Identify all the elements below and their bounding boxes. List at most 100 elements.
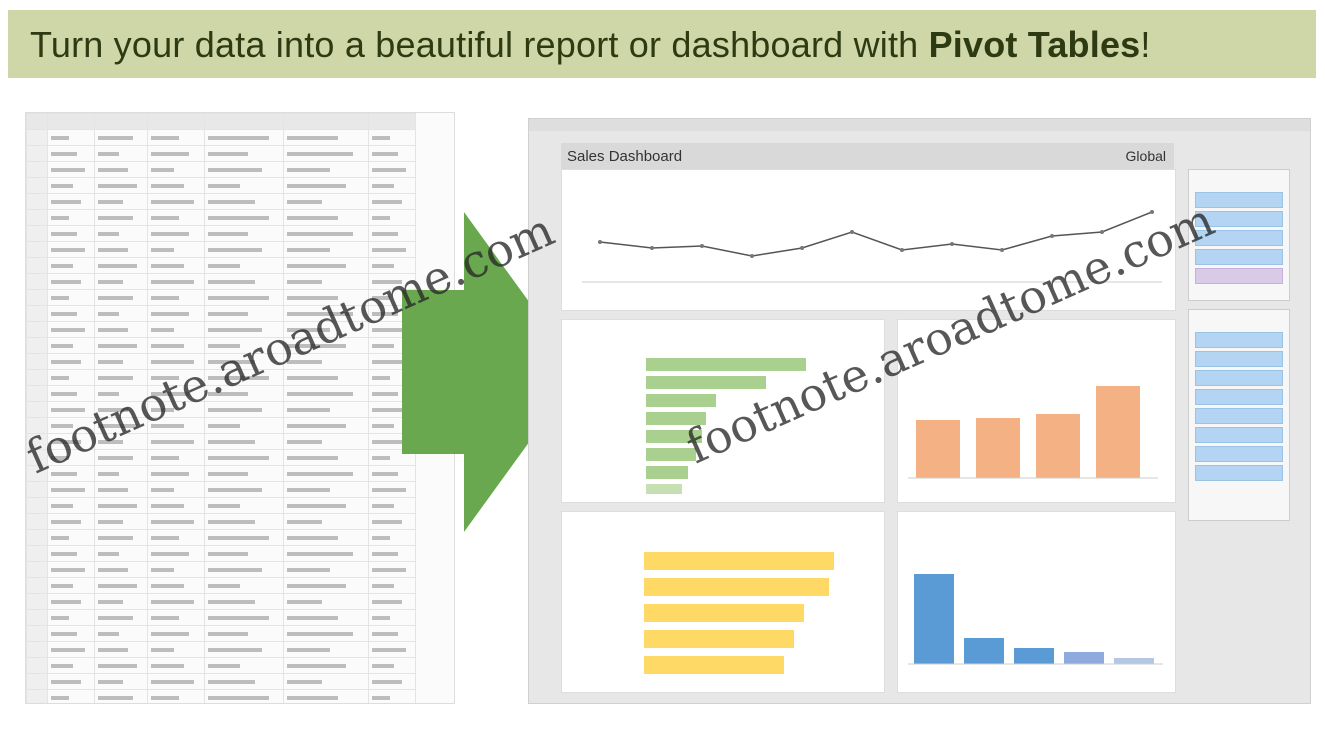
- row-number-cell: [26, 241, 48, 258]
- spreadsheet-cell: [283, 385, 369, 402]
- spreadsheet-cell: [204, 673, 284, 690]
- blurred-cell-content: [51, 519, 81, 524]
- slicer-item[interactable]: [1195, 465, 1283, 481]
- spreadsheet-cell: [204, 145, 284, 162]
- row-number-cell: [26, 145, 48, 162]
- banner-text-suffix: !: [1140, 24, 1151, 65]
- blurred-cell-content: [372, 567, 406, 572]
- blurred-cell-content: [98, 551, 119, 556]
- slicer-item[interactable]: [1195, 427, 1283, 443]
- blurred-cell-content: [151, 487, 174, 492]
- slicer-item[interactable]: [1195, 408, 1283, 424]
- spreadsheet-cell: [147, 433, 205, 450]
- blurred-cell-content: [51, 311, 77, 316]
- row-number-cell: [26, 481, 48, 498]
- spreadsheet-row: [26, 529, 416, 546]
- spreadsheet-cell: [368, 161, 416, 178]
- spreadsheet-cell: [47, 657, 95, 674]
- row-number-cell: [26, 337, 48, 354]
- spreadsheet-header-row: [26, 113, 416, 130]
- spreadsheet-cell: [47, 161, 95, 178]
- blurred-cell-content: [372, 135, 390, 140]
- spreadsheet-cell: [147, 545, 205, 562]
- slicer-item[interactable]: [1195, 332, 1283, 348]
- blurred-cell-content: [372, 151, 398, 156]
- spreadsheet-cell: [204, 273, 284, 290]
- spreadsheet-cell: [283, 577, 369, 594]
- blurred-cell-content: [98, 343, 137, 348]
- slicer-item[interactable]: [1195, 268, 1283, 284]
- blurred-cell-content: [208, 407, 262, 412]
- blurred-cell-content: [151, 535, 179, 540]
- blurred-cell-content: [98, 487, 128, 492]
- trend-point: [1050, 234, 1054, 238]
- blurred-cell-content: [98, 615, 133, 620]
- blurred-cell-content: [151, 199, 194, 204]
- blurred-cell-content: [372, 631, 398, 636]
- row-number-cell: [26, 513, 48, 530]
- blurred-cell-content: [151, 663, 184, 668]
- slicer-item[interactable]: [1195, 192, 1283, 208]
- blurred-cell-content: [98, 471, 119, 476]
- banner-text-prefix: Turn your data into a beautiful report o…: [30, 24, 929, 65]
- spreadsheet-cell: [94, 113, 148, 130]
- spreadsheet-cell: [283, 465, 369, 482]
- spreadsheet-cell: [204, 465, 284, 482]
- spreadsheet-cell: [204, 113, 284, 130]
- blurred-cell-content: [287, 567, 330, 572]
- spreadsheet-cell: [94, 673, 148, 690]
- spreadsheet-cell: [147, 529, 205, 546]
- dashboard-title: Sales Dashboard: [567, 148, 683, 165]
- spreadsheet-cell: [204, 241, 284, 258]
- orange-column: [1096, 386, 1140, 478]
- spreadsheet-cell: [368, 145, 416, 162]
- spreadsheet-cell: [94, 161, 148, 178]
- blurred-cell-content: [208, 183, 240, 188]
- blurred-cell-content: [51, 647, 85, 652]
- blurred-cell-content: [287, 535, 338, 540]
- spreadsheet-cell: [204, 305, 284, 322]
- spreadsheet-row: [26, 497, 416, 514]
- spreadsheet-row: [26, 129, 416, 146]
- blurred-cell-content: [208, 215, 269, 220]
- spreadsheet-cell: [147, 481, 205, 498]
- spreadsheet-cell: [368, 657, 416, 674]
- blurred-cell-content: [287, 151, 353, 156]
- slicer-item[interactable]: [1195, 370, 1283, 386]
- row-number-cell: [26, 129, 48, 146]
- blurred-cell-content: [287, 183, 346, 188]
- slicer-bottom[interactable]: [1188, 309, 1290, 521]
- blurred-cell-content: [51, 231, 77, 236]
- spreadsheet-cell: [147, 225, 205, 242]
- blurred-cell-content: [372, 695, 390, 700]
- slicer-item[interactable]: [1195, 389, 1283, 405]
- spreadsheet-cell: [47, 321, 95, 338]
- spreadsheet-cell: [47, 337, 95, 354]
- blurred-cell-content: [98, 215, 133, 220]
- blurred-cell-content: [151, 503, 184, 508]
- blurred-cell-content: [151, 151, 189, 156]
- spreadsheet-row: [26, 161, 416, 178]
- slicer-item[interactable]: [1195, 249, 1283, 265]
- blurred-cell-content: [151, 567, 174, 572]
- blurred-cell-content: [208, 695, 269, 700]
- blurred-cell-content: [208, 519, 255, 524]
- row-number-cell: [26, 561, 48, 578]
- spreadsheet-cell: [204, 641, 284, 658]
- spreadsheet-cell: [47, 209, 95, 226]
- slicer-item[interactable]: [1195, 446, 1283, 462]
- trend-point: [1100, 230, 1104, 234]
- spreadsheet-cell: [283, 145, 369, 162]
- spreadsheet-cell: [47, 497, 95, 514]
- spreadsheet-cell: [283, 417, 369, 434]
- blurred-cell-content: [208, 599, 255, 604]
- blurred-cell-content: [51, 551, 77, 556]
- blurred-cell-content: [51, 359, 81, 364]
- spreadsheet-cell: [47, 593, 95, 610]
- blurred-cell-content: [372, 519, 402, 524]
- row-number-cell: [26, 497, 48, 514]
- spreadsheet-cell: [283, 529, 369, 546]
- blurred-cell-content: [372, 231, 398, 236]
- blurred-cell-content: [151, 183, 184, 188]
- slicer-item[interactable]: [1195, 351, 1283, 367]
